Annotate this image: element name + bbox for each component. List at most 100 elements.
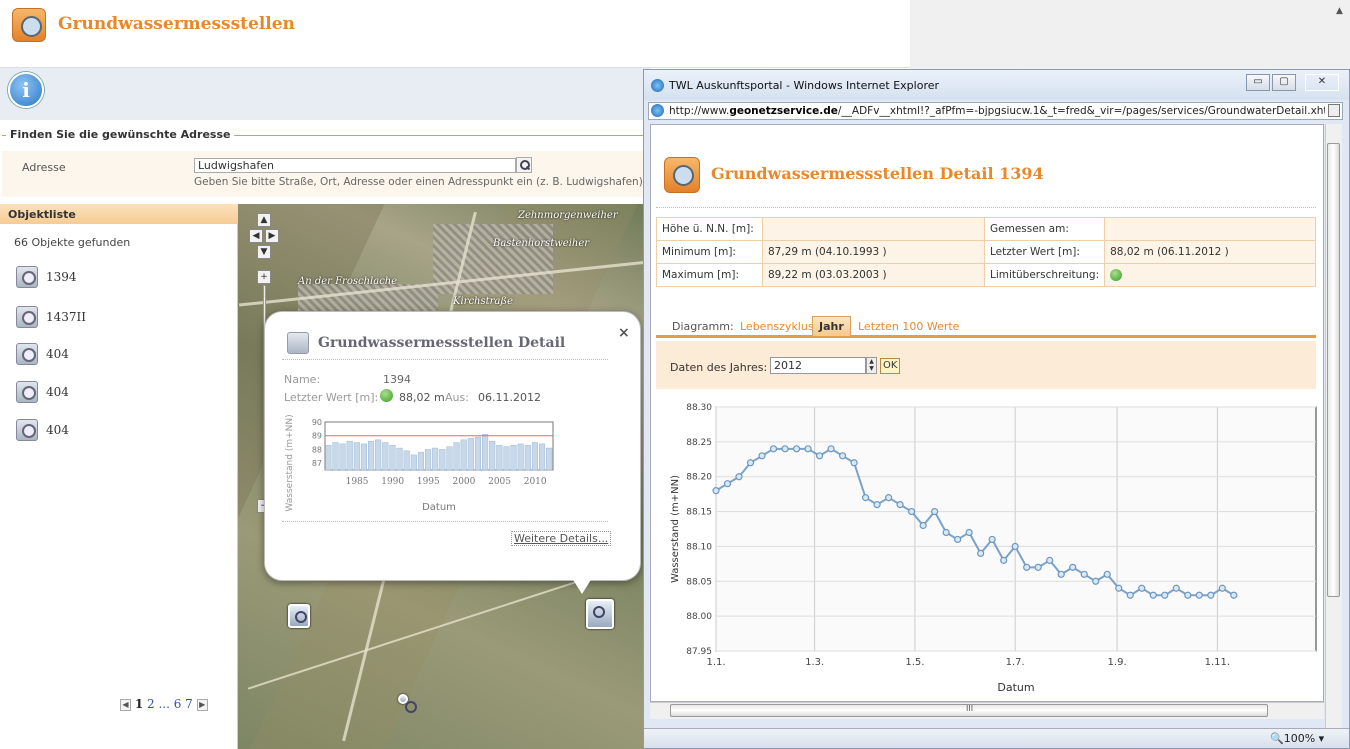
app-header	[0, 0, 910, 68]
page-icon	[651, 104, 664, 117]
table-cell: Letzter Wert [m]:	[983, 240, 1106, 264]
search-icon[interactable]	[516, 157, 532, 173]
year-label: Daten des Jahres:	[670, 361, 768, 374]
x-tick-label: 1990	[381, 477, 404, 487]
name-label: Name:	[284, 373, 321, 386]
zoom-level[interactable]: 🔍100% ▾	[1270, 732, 1324, 745]
list-item[interactable]: 1394	[16, 266, 216, 290]
url-text[interactable]: http://www.geonetzservice.de/__ADFv__xht…	[669, 105, 1325, 117]
table-row: Minimum [m]: 87,29 m (04.10.1993 ) Letzt…	[656, 240, 1316, 264]
data-point	[781, 445, 789, 453]
map-marker-icon[interactable]	[586, 599, 614, 629]
ok-button[interactable]: OK	[880, 358, 901, 374]
year-input[interactable]: 2012	[770, 357, 866, 374]
well-icon	[16, 343, 38, 365]
status-bar	[644, 728, 1349, 748]
data-point	[1011, 542, 1019, 551]
bar	[531, 442, 538, 471]
bar	[417, 451, 424, 471]
list-item[interactable]: 1437II	[16, 306, 216, 330]
data-point	[965, 528, 973, 537]
bar	[360, 443, 367, 471]
y-tick-label: 88.00	[686, 612, 712, 622]
zoom-in-button[interactable]: +	[257, 270, 271, 284]
map-label: Kirchstraße	[453, 296, 513, 307]
minimize-button[interactable]: ▭	[1246, 74, 1270, 91]
data-point	[769, 445, 778, 453]
maximize-button[interactable]: ▢	[1272, 74, 1296, 91]
list-item[interactable]: 404	[16, 343, 216, 367]
bar	[510, 445, 517, 471]
last-value: 88,02 m	[399, 391, 445, 404]
more-details-link[interactable]: Weitere Details...	[511, 531, 612, 546]
next-page-icon[interactable]: ▶	[196, 698, 208, 711]
page-links[interactable]: 2 ... 6 7	[147, 697, 193, 711]
data-point	[896, 500, 904, 509]
map-marker-icon[interactable]	[288, 604, 310, 628]
data-point	[758, 452, 766, 460]
map-marker-icon[interactable]	[398, 694, 417, 713]
detail-table: Höhe ü. N.N. [m]: Gemessen am: Minimum […	[656, 217, 1316, 287]
current-page[interactable]: 1	[135, 697, 143, 711]
divider	[656, 207, 1316, 208]
bar	[546, 447, 553, 471]
pan-left-icon[interactable]: ◀	[249, 229, 263, 243]
groundwater-logo-icon	[12, 8, 46, 42]
list-item[interactable]: 404	[16, 381, 216, 405]
info-icon[interactable]: i	[8, 72, 44, 108]
mini-bar-chart: 87 88 89 90 1985 1990 1995 2000 2005 2010 Datum Was…	[285, 415, 554, 513]
info-band	[0, 68, 650, 120]
list-item[interactable]: 404	[16, 419, 216, 443]
vertical-scroll-thumb[interactable]	[1327, 143, 1340, 597]
data-point	[712, 487, 720, 495]
close-button[interactable]: ✕	[1305, 74, 1339, 91]
year-spinner[interactable]: ▲ ▼	[866, 357, 877, 374]
bar	[382, 442, 389, 471]
data-point	[1184, 591, 1192, 599]
prev-page-icon[interactable]: ◀	[120, 698, 131, 711]
well-icon	[16, 266, 38, 288]
bar	[346, 440, 353, 471]
data-point	[1172, 584, 1180, 592]
data-point	[1023, 563, 1031, 571]
data-point	[1103, 570, 1111, 578]
bar	[432, 447, 439, 471]
detail-title: Grundwassermessstellen Detail 1394	[711, 164, 1044, 183]
tab-lebenszyklus[interactable]: Lebenszyklus	[740, 320, 814, 333]
table-cell: Limitüberschreitung:	[983, 263, 1106, 287]
data-point	[861, 494, 870, 502]
address-input[interactable]: Ludwigshafen	[194, 158, 516, 173]
data-point	[1057, 570, 1065, 578]
data-point	[1000, 556, 1008, 564]
scroll-up-icon[interactable]: ▲	[1336, 6, 1343, 16]
data-point	[1034, 563, 1042, 571]
bar	[403, 450, 410, 471]
address-label: Adresse	[22, 161, 66, 174]
x-tick-label: 1.9.	[1108, 657, 1127, 668]
bar	[375, 439, 382, 471]
data-point	[827, 445, 835, 453]
y-tick-label: 87.95	[686, 647, 712, 657]
page-menu-icon[interactable]	[1328, 104, 1340, 117]
x-axis-label: Datum	[422, 502, 456, 513]
data-point	[723, 480, 732, 488]
map-label: Bastenhorstweiher	[493, 238, 590, 249]
table-cell: 89,22 m (03.03.2003 )	[762, 263, 985, 287]
pan-up-icon[interactable]: ▲	[257, 213, 271, 227]
y-tick-label: 88	[312, 445, 322, 454]
data-point	[735, 473, 743, 481]
pan-down-icon[interactable]: ▼	[257, 245, 271, 259]
y-tick-label: 88.20	[686, 473, 712, 483]
data-point	[1218, 584, 1226, 592]
close-icon[interactable]: ×	[618, 325, 630, 341]
tab-jahr[interactable]: Jahr	[812, 316, 851, 336]
pan-right-icon[interactable]: ▶	[265, 229, 279, 243]
search-legend: Finden Sie die gewünschte Adresse	[6, 128, 235, 141]
plot-area	[715, 406, 1317, 652]
name-value: 1394	[383, 373, 411, 386]
tab-letzten-100[interactable]: Letzten 100 Werte	[858, 320, 959, 333]
app-title: Grundwassermessstellen	[58, 14, 295, 34]
well-icon	[287, 332, 309, 354]
bar	[368, 440, 375, 471]
table-row: Höhe ü. N.N. [m]: Gemessen am:	[656, 217, 1316, 241]
